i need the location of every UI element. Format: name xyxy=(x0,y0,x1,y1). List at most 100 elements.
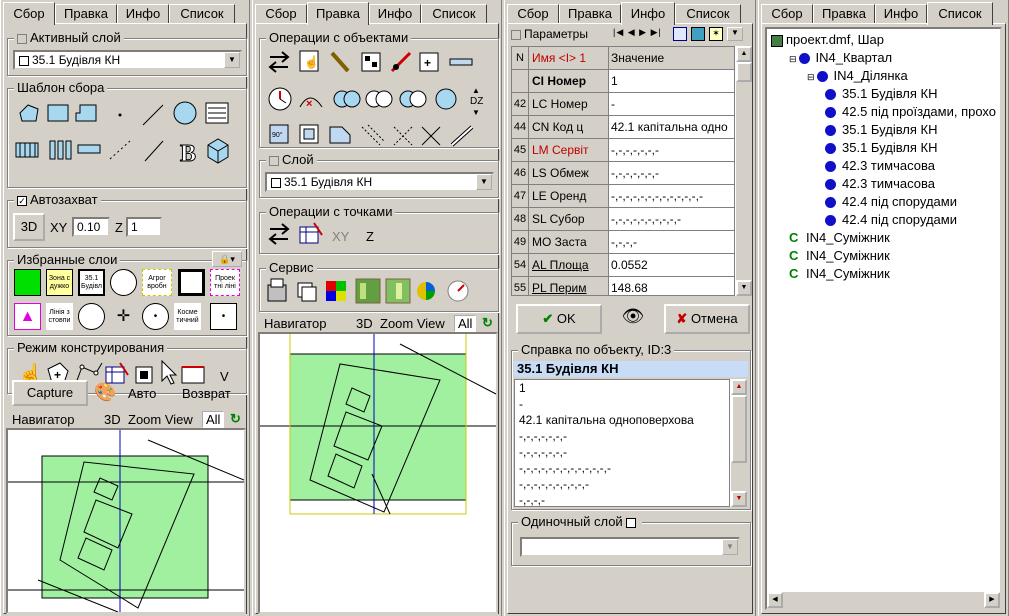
tab-edit[interactable]: Правка xyxy=(307,2,369,25)
border-icon[interactable] xyxy=(181,366,205,384)
chain-icon[interactable] xyxy=(330,51,350,73)
tab-list[interactable]: Список xyxy=(169,4,235,24)
autocapture-checkbox[interactable]: ✓ xyxy=(17,195,27,206)
subtract-icon[interactable] xyxy=(399,90,427,108)
cut-icon[interactable] xyxy=(390,51,412,73)
scroll-down-icon[interactable]: ▼ xyxy=(731,491,747,507)
table-row[interactable]: 45 LM Сервіт -,-,-,-,-,-,- xyxy=(512,139,734,162)
diag-bar-icon[interactable] xyxy=(450,125,474,147)
rectangle-tool-icon[interactable] xyxy=(47,104,69,122)
fence-tool-icon[interactable] xyxy=(15,142,39,158)
hatch-tool-icon[interactable] xyxy=(205,102,229,124)
all-button[interactable]: All xyxy=(202,411,225,428)
tab-collect[interactable]: Сбор xyxy=(761,4,813,24)
fav-layer-crosshair[interactable]: ✛ xyxy=(110,303,137,330)
dash-icon[interactable] xyxy=(449,58,473,66)
table-row[interactable]: 42 LC Номер - xyxy=(512,93,734,116)
circle-tool-icon[interactable] xyxy=(173,101,197,125)
xy-input[interactable]: 0.10 xyxy=(72,217,110,237)
table-row[interactable]: 55 PL Перим 148.68 xyxy=(512,277,734,295)
cornered-shape-icon[interactable] xyxy=(75,104,97,122)
palette-icon[interactable]: 🎨 xyxy=(94,382,116,403)
scroll-right-icon[interactable]: ▶ xyxy=(984,592,1000,608)
text-tool-icon[interactable]: B xyxy=(180,141,197,168)
fav-layer-circle-bold[interactable] xyxy=(178,269,205,296)
line-tool-icon[interactable] xyxy=(142,104,164,126)
tab-collect[interactable]: Сбор xyxy=(255,4,307,24)
tab-edit[interactable]: Правка xyxy=(55,4,117,24)
expand-minus-icon[interactable]: ⊟ xyxy=(807,72,815,82)
points-table-icon[interactable] xyxy=(299,222,323,244)
tree-node[interactable]: ⊟ IN4_Ділянка xyxy=(807,67,908,85)
table-row[interactable]: 47 LE Оренд -,-,-,-,-,-,-,-,-,-,-,-,- xyxy=(512,185,734,208)
circle-icon[interactable] xyxy=(435,88,457,110)
rotate-3d-icon[interactable]: 90° xyxy=(269,124,289,144)
scroll-thumb[interactable] xyxy=(736,62,752,82)
tree-node[interactable]: 42.3 тимчасова xyxy=(825,175,935,193)
tab-collect[interactable]: Сбор xyxy=(3,2,55,25)
tree-node[interactable]: 35.1 Будівля КН xyxy=(825,139,938,157)
x-grid-icon[interactable] xyxy=(393,126,413,146)
dropdown-arrow-icon[interactable]: ▼ xyxy=(224,52,240,68)
tree-node[interactable]: 42.3 тимчасова xyxy=(825,157,935,175)
tab-collect[interactable]: Сбор xyxy=(507,4,559,24)
segment-tool-icon[interactable] xyxy=(144,140,164,162)
grid-view-icon[interactable] xyxy=(673,27,687,41)
layers-icon[interactable] xyxy=(297,282,317,302)
gauge-icon[interactable] xyxy=(447,280,469,302)
color-grid-icon[interactable] xyxy=(326,281,346,301)
diag-dots-icon[interactable] xyxy=(361,124,385,146)
navigator-3d[interactable]: 3D xyxy=(104,412,121,427)
intersect-icon[interactable] xyxy=(365,90,393,108)
tree-node[interactable]: C IN4_Суміжник xyxy=(789,265,890,283)
tree-hscrollbar[interactable]: ◀ ▶ xyxy=(767,592,1000,608)
pointer-icon[interactable] xyxy=(161,359,178,385)
auto-button[interactable]: Авто xyxy=(128,386,156,401)
navigator-map[interactable] xyxy=(258,332,498,614)
all-button[interactable]: All xyxy=(454,315,477,332)
lock-menu-button[interactable]: 🔒▾ xyxy=(212,251,242,267)
swap-icon[interactable] xyxy=(268,51,290,73)
layer-combo[interactable]: 35.1 Будівля КН ▼ xyxy=(265,172,494,192)
scroll-up-icon[interactable]: ▲ xyxy=(731,379,747,395)
dropdown-arrow-icon[interactable]: ▼ xyxy=(722,539,738,555)
return-button[interactable]: Возврат xyxy=(182,386,231,401)
menu-arrow-icon[interactable]: ▼ xyxy=(727,27,743,41)
chart-icon[interactable] xyxy=(417,282,435,300)
fav-layer-projected[interactable]: Проек тні ліні xyxy=(210,269,240,296)
fav-layer-zone[interactable]: Зона с дужко xyxy=(46,269,73,296)
xy-points-label[interactable]: XY xyxy=(332,229,350,244)
clock-icon[interactable] xyxy=(268,87,292,111)
refresh-icon[interactable]: ↻ xyxy=(230,411,241,427)
tree-node[interactable]: 42.5 під проїздами, прохо xyxy=(825,103,996,121)
select-object-icon[interactable]: ☝ xyxy=(299,50,319,72)
scroll-left-icon[interactable]: ◀ xyxy=(767,592,783,608)
capture-button[interactable]: Capture xyxy=(12,380,88,406)
scroll-up-icon[interactable]: ▲ xyxy=(736,46,752,62)
printer-icon[interactable] xyxy=(267,278,287,302)
collapse-icon[interactable] xyxy=(511,29,521,40)
table-row[interactable]: CI Номер 1 xyxy=(512,70,734,93)
z-input[interactable]: 1 xyxy=(126,217,162,237)
tab-info[interactable]: Инфо xyxy=(369,4,421,24)
point-tool-icon[interactable] xyxy=(118,113,122,117)
fav-layer-building[interactable]: 35.1 Будівл xyxy=(78,269,105,296)
info-scrollbar[interactable]: ▲ ▼ xyxy=(730,379,747,507)
mode-3d-button[interactable]: 3D xyxy=(13,213,45,241)
table-edit-icon[interactable] xyxy=(105,362,129,384)
v-mode-label[interactable]: V xyxy=(220,369,229,384)
eye-icon[interactable]: 👁 xyxy=(618,306,648,332)
tab-info[interactable]: Инфо xyxy=(621,2,675,25)
zoom-view[interactable]: Zoom View xyxy=(380,316,445,331)
tab-list[interactable]: Список xyxy=(421,4,487,24)
cube-tool-icon[interactable] xyxy=(207,138,229,164)
collapse-icon[interactable] xyxy=(269,155,279,166)
star-icon[interactable]: ✶ xyxy=(709,27,723,41)
corner-shape-icon[interactable] xyxy=(329,126,351,144)
dotted-line-icon[interactable] xyxy=(109,140,131,160)
tab-info[interactable]: Инфо xyxy=(117,4,169,24)
tab-edit[interactable]: Правка xyxy=(813,4,875,24)
scroll-down-icon[interactable]: ▼ xyxy=(736,280,752,296)
tree-node[interactable]: C IN4_Суміжник xyxy=(789,229,890,247)
swap-points-icon[interactable] xyxy=(268,223,290,245)
